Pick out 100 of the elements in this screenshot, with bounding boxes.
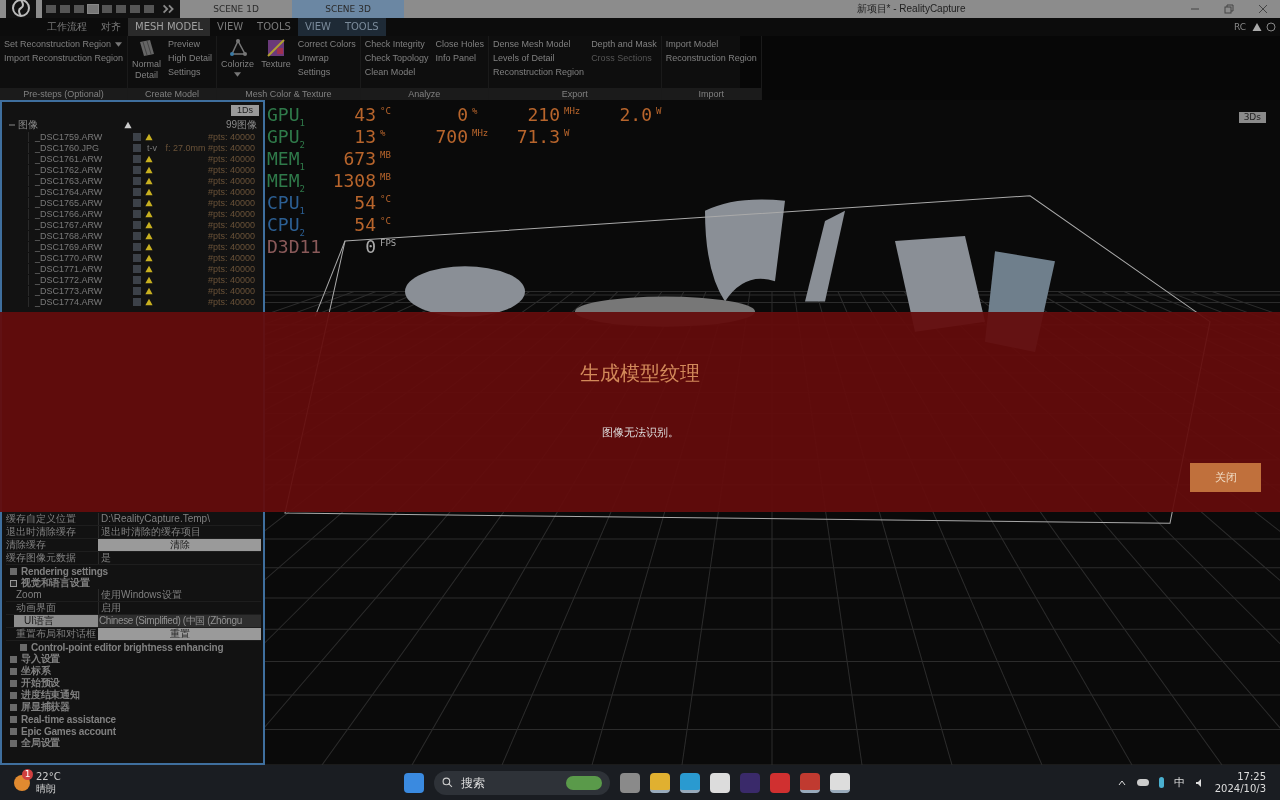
expand-toggle-icon[interactable] <box>20 643 27 651</box>
expand-toggle-icon[interactable] <box>10 567 17 575</box>
ribbon-button[interactable]: Reconstruction Region <box>493 66 585 79</box>
microphone-icon[interactable] <box>1158 777 1164 788</box>
setting-value[interactable]: D:\RealityCapture.Temp\ <box>98 513 261 525</box>
section-header[interactable]: Control-point editor brightness enhancing <box>31 641 224 653</box>
language-dropdown[interactable]: Chinese (Simplified) (中国 (Zhōngu <box>98 615 261 627</box>
restore-icon[interactable] <box>1224 4 1234 14</box>
close-button[interactable]: 关闭 <box>1190 463 1261 492</box>
tree-root[interactable]: 图像 <box>18 117 124 132</box>
close-icon[interactable] <box>1258 4 1268 14</box>
taskbar-app-icon[interactable] <box>830 772 850 793</box>
image-name[interactable]: _DSC1773.ARW <box>28 285 131 296</box>
expand-toggle-icon[interactable] <box>10 739 17 747</box>
scene-tab[interactable]: SCENE 3D <box>292 0 404 18</box>
ribbon-button[interactable]: Clean Model <box>364 66 429 79</box>
ribbon-button[interactable]: Import Model <box>665 38 757 51</box>
expand-toggle-icon[interactable] <box>10 691 17 699</box>
view-mode-button[interactable]: 1Ds <box>231 105 259 116</box>
ribbon-large-button[interactable]: Texture <box>261 38 291 70</box>
menu-tab[interactable]: VIEW <box>210 18 251 36</box>
image-name[interactable]: _DSC1762.ARW <box>28 164 131 175</box>
ribbon-button[interactable]: Set Reconstruction Region <box>4 38 124 51</box>
image-name[interactable]: _DSC1768.ARW <box>28 230 131 241</box>
expand-toggle-icon[interactable] <box>10 667 17 675</box>
search-input[interactable]: 搜索 <box>459 774 560 791</box>
ribbon-large-button[interactable]: Colorize <box>221 38 255 77</box>
menu-tab[interactable]: TOOLS <box>250 18 298 36</box>
start-button[interactable] <box>404 772 424 793</box>
image-name[interactable]: _DSC1764.ARW <box>28 186 131 197</box>
caret-icon[interactable] <box>234 72 242 77</box>
ribbon-button[interactable]: Dense Mesh Model <box>493 38 585 51</box>
expand-toggle-icon[interactable] <box>10 703 17 711</box>
setting-value[interactable]: 是 <box>98 552 261 564</box>
section-header[interactable]: 视觉和语言设置 <box>21 576 90 590</box>
image-name[interactable]: _DSC1761.ARW <box>28 153 131 164</box>
view-mode-button[interactable]: 3Ds <box>1238 112 1266 123</box>
clock-date[interactable]: 2024/10/3 <box>1214 782 1266 795</box>
ribbon-button[interactable]: Settings <box>168 66 213 79</box>
image-name[interactable]: _DSC1760.JPG <box>28 142 131 153</box>
section-header[interactable]: 屏显捕获器 <box>21 700 70 714</box>
taskbar-app-icon[interactable] <box>800 772 820 793</box>
menu-tab[interactable]: MESH MODEL <box>128 18 211 36</box>
menu-tab[interactable]: 工作流程 <box>40 18 94 36</box>
setting-value[interactable]: 退出时清除的缓存项目 <box>98 526 261 538</box>
ribbon-button[interactable]: Import Reconstruction Region <box>4 52 124 65</box>
section-header[interactable]: 开始预设 <box>21 676 61 690</box>
setting-label[interactable]: 重置布局和对话框 <box>6 628 98 640</box>
menu-tab[interactable]: 对齐 <box>94 18 128 36</box>
ribbon-button[interactable]: Preview <box>168 38 213 51</box>
cloud-icon[interactable] <box>1136 779 1149 786</box>
ribbon-button[interactable]: Unwrap <box>297 52 356 65</box>
input-method-indicator[interactable]: 中 <box>1173 775 1185 790</box>
scene-tab[interactable]: SCENE 1D <box>180 0 292 18</box>
section-header[interactable]: 全局设置 <box>21 736 61 750</box>
image-name[interactable]: _DSC1766.ARW <box>28 208 131 219</box>
section-header[interactable]: 导入设置 <box>21 652 61 666</box>
expand-toggle-icon[interactable] <box>10 579 17 587</box>
setting-button[interactable]: 重置 <box>98 628 261 640</box>
taskbar-app-icon[interactable] <box>650 772 670 793</box>
image-name[interactable]: _DSC1772.ARW <box>28 274 131 285</box>
image-name[interactable]: _DSC1771.ARW <box>28 263 131 274</box>
warning-icon[interactable] <box>1252 22 1262 32</box>
menu-tab[interactable]: VIEW <box>297 18 338 36</box>
expand-toggle-icon[interactable] <box>10 655 17 663</box>
setting-value[interactable]: 使用Windows设置 <box>98 589 261 601</box>
section-header[interactable]: 进度结束通知 <box>21 688 80 702</box>
setting-label[interactable]: Zoom <box>6 589 98 601</box>
ribbon-button[interactable]: Depth and Mask <box>591 38 657 51</box>
ribbon-button[interactable]: Settings <box>297 66 356 79</box>
ribbon-button[interactable]: Check Integrity <box>364 38 429 51</box>
image-name[interactable]: _DSC1767.ARW <box>28 219 131 230</box>
image-name[interactable]: _DSC1765.ARW <box>28 197 131 208</box>
expand-toggle-icon[interactable] <box>10 679 17 687</box>
account-label[interactable]: RC <box>1233 18 1246 36</box>
image-name[interactable]: _DSC1769.ARW <box>28 241 131 252</box>
ribbon-button[interactable]: Info Panel <box>435 52 485 65</box>
setting-button[interactable]: 清除 <box>98 539 261 551</box>
image-name[interactable]: _DSC1774.ARW <box>28 296 131 307</box>
search-box[interactable]: 搜索 <box>434 770 610 795</box>
taskbar-app-icon[interactable] <box>710 772 730 793</box>
setting-label[interactable]: UI语言 <box>14 615 98 627</box>
help-icon[interactable] <box>1266 22 1276 32</box>
taskbar-app-icon[interactable] <box>680 772 700 793</box>
section-header[interactable]: 坐标系 <box>21 664 51 678</box>
image-name[interactable]: _DSC1759.ARW <box>28 131 131 142</box>
image-name[interactable]: _DSC1763.ARW <box>28 175 131 186</box>
ribbon-button[interactable]: Check Topology <box>364 52 429 65</box>
ribbon-large-button[interactable]: Normal Detail <box>132 38 162 81</box>
double-chevron-icon[interactable] <box>158 0 180 18</box>
ribbon-button[interactable]: Correct Colors <box>297 38 356 51</box>
menu-tab[interactable]: TOOLS <box>337 18 386 36</box>
ribbon-button[interactable]: Reconstruction Region <box>665 52 757 65</box>
ribbon-button[interactable]: Close Holes <box>435 38 485 51</box>
expand-toggle-icon[interactable] <box>10 715 17 723</box>
ribbon-button[interactable]: High Detail <box>168 52 213 65</box>
setting-value[interactable]: 启用 <box>98 602 261 614</box>
section-header[interactable]: Real-time assistance <box>21 713 116 725</box>
setting-label[interactable]: 动画界面 <box>6 602 98 614</box>
section-header[interactable]: Epic Games account <box>21 725 116 737</box>
